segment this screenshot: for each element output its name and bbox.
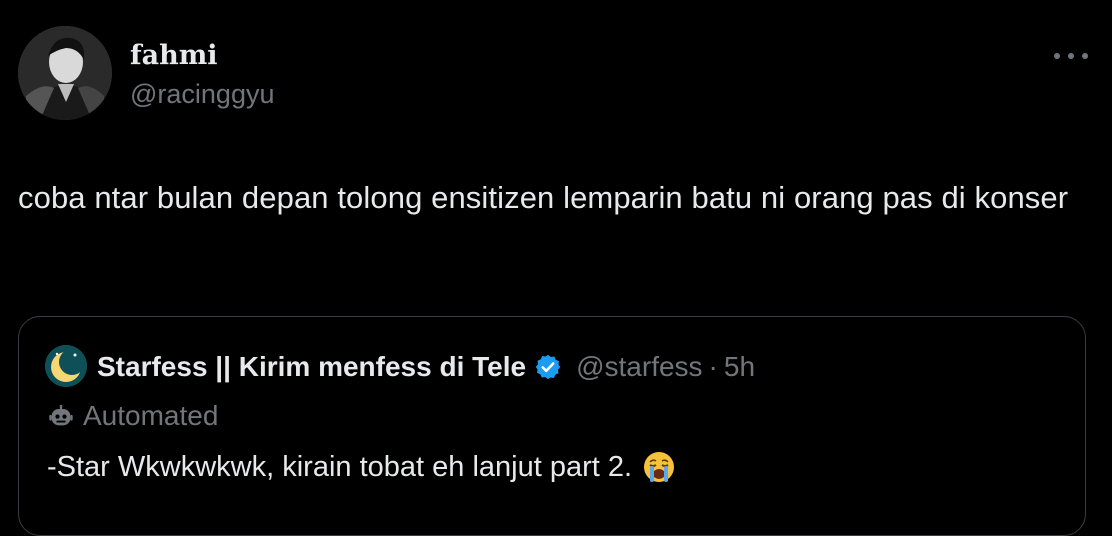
quoted-text-content: -Star Wkwkwkwk, kirain tobat eh lanjut p… (47, 451, 633, 483)
author-handle[interactable]: @racinggyu (130, 78, 274, 110)
quoted-header: Starfess || Kirim menfess di Tele @starf… (97, 347, 755, 387)
author-name[interactable]: fahmi (130, 40, 218, 72)
verified-badge-icon[interactable] (534, 353, 562, 381)
automated-label: Automated (83, 400, 219, 431)
avatar-photo-icon (18, 26, 112, 120)
more-dot (1068, 53, 1074, 59)
robot-icon (47, 402, 75, 430)
quoted-tweet[interactable]: Starfess || Kirim menfess di Tele @starf… (18, 316, 1086, 536)
more-dot (1082, 53, 1088, 59)
more-dot (1054, 53, 1060, 59)
quoted-author-avatar[interactable] (45, 345, 87, 387)
tweet-card: fahmi @racinggyu coba ntar bulan depan t… (0, 0, 1112, 536)
crying-face-emoji-icon (642, 450, 676, 484)
quoted-author-name[interactable]: Starfess || Kirim menfess di Tele (97, 351, 526, 383)
timestamp[interactable]: 5h (724, 351, 755, 383)
moon-logo-icon (45, 345, 87, 387)
automated-label-row: Automated (47, 399, 218, 433)
separator-dot: · (708, 351, 718, 382)
author-avatar[interactable] (18, 26, 112, 120)
quoted-author-handle[interactable]: @starfess (576, 351, 702, 383)
quoted-tweet-text: -Star Wkwkwkwk, kirain tobat eh lanjut p… (47, 447, 676, 487)
tweet-text: coba ntar bulan depan tolong ensitizen l… (18, 180, 1069, 215)
more-options-icon[interactable] (1054, 46, 1088, 66)
